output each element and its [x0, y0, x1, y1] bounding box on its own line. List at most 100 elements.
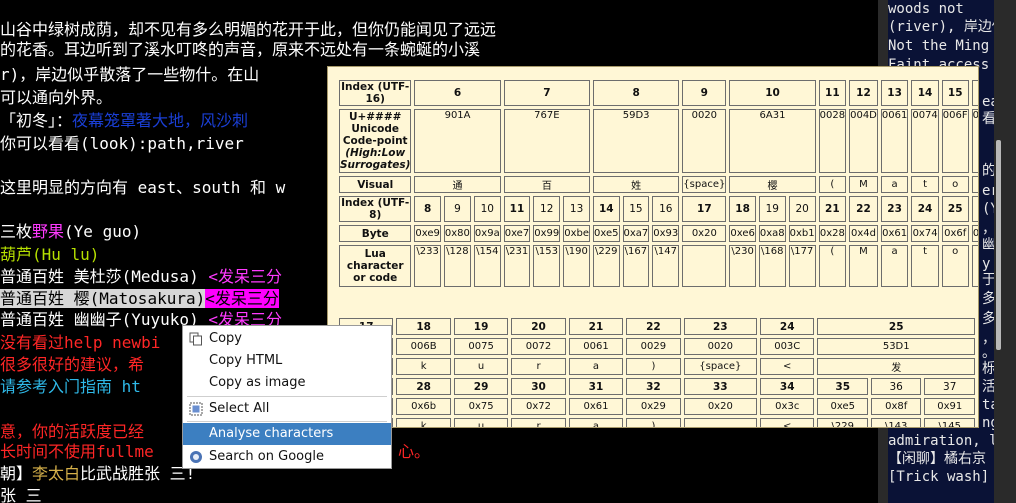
idle-tag: <发呆三分	[208, 267, 282, 286]
index8-cell: 18	[729, 196, 756, 222]
byte-cell: 0xe5	[817, 398, 868, 415]
index8-cell: 37	[924, 378, 975, 395]
byte-cell: 0xa7	[622, 225, 650, 242]
index16-cell: 15	[941, 80, 969, 106]
scrollbar-thumb[interactable]	[996, 140, 1001, 350]
index8-cell: 32	[626, 378, 681, 395]
guide-link-line[interactable]: 请参考入门指南 ht	[0, 377, 141, 397]
lua-cell: s	[971, 245, 978, 287]
index8-cell: 15	[622, 196, 650, 222]
index8-cell: 12	[533, 196, 561, 222]
byte-cell: 0x61	[880, 225, 909, 242]
byte-cell: 0x4d	[849, 225, 878, 242]
index16-cell: 6	[414, 80, 501, 106]
byte-cell: 0x20	[683, 398, 758, 415]
visual-cell: s	[971, 176, 978, 193]
index16-cell: 16	[971, 80, 978, 106]
visual-cell: 百	[503, 176, 590, 193]
battle-result: 比武战胜张 三!	[80, 464, 196, 483]
menu-separator	[187, 421, 387, 422]
index8-cell: 14	[593, 196, 620, 222]
chat-line: 多	[982, 311, 994, 327]
npc-line-medusa: 普通百姓 美杜莎(Medusa) <发呆三分	[0, 267, 282, 287]
lua-cell	[683, 418, 758, 427]
visual-cell: o	[941, 176, 969, 193]
lua-cell: a	[880, 245, 909, 287]
lua-cell: t	[911, 245, 939, 287]
byte-cell: 0x28	[818, 225, 847, 242]
npc-name: 普通百姓 幽幽子(Yuyuko)	[0, 310, 209, 329]
index16-cell: 11	[818, 80, 847, 106]
visual-cell: {space}	[682, 176, 727, 193]
lua-cell: <	[760, 418, 815, 427]
idle-tag: <发呆三分	[205, 289, 279, 308]
terminal-line: 「初冬」：夜幕笼罩著大地，风沙刺	[0, 111, 248, 131]
codepoint-cell: 0072	[511, 338, 566, 355]
menu-item-copy[interactable]: Copy	[183, 328, 391, 350]
chat-line: Not the Ming V	[888, 38, 994, 54]
lua-cell: \153	[533, 245, 561, 287]
lua-cell: \168	[758, 245, 786, 287]
lua-cell: k	[396, 418, 451, 427]
tip-line: 没有看过help newbi	[0, 333, 161, 352]
byte-cell: 0x80	[443, 225, 471, 242]
index16-cell: 13	[880, 80, 909, 106]
chat-line: (river), 岸边似	[888, 19, 994, 35]
character-analysis-popup: Index (UTF-16) 6 7 8 9 10 11 12 13 14 15…	[327, 66, 979, 428]
codepoint-cell: 0028	[818, 109, 847, 173]
item-pinyin: (Ye guo)	[64, 222, 142, 241]
byte-cell: 0xb1	[788, 225, 816, 242]
lua-cell: \230	[729, 245, 756, 287]
visual-cell: {space}	[683, 358, 758, 375]
lua-cell: \145	[924, 418, 975, 427]
visual-cell: u	[453, 358, 509, 375]
byte-cell: 0xbe	[563, 225, 590, 242]
byte-cell: 0x8f	[870, 398, 922, 415]
lua-cell: )	[626, 418, 681, 427]
chat-line: er	[982, 183, 994, 199]
chat-line: 多	[982, 291, 994, 307]
byte-cell: 0x61	[568, 398, 624, 415]
chat-line: ng	[982, 415, 994, 431]
byte-cell: 0xa8	[758, 225, 786, 242]
menu-item-analyse-characters[interactable]: Analyse characters	[183, 423, 391, 445]
byte-cell: 0x9a	[473, 225, 501, 242]
terminal-line: 你可以看看(look):path,river	[0, 134, 244, 153]
index8-cell: 22	[849, 196, 878, 222]
lua-cell: \190	[563, 245, 590, 287]
winner-name: 李太白	[32, 464, 81, 483]
chat-line: (Y	[982, 201, 994, 217]
index8-cell: 31	[568, 378, 624, 395]
lua-cell: \147	[652, 245, 680, 287]
lua-cell: r	[511, 418, 566, 427]
byte-cell: 0xe9	[414, 225, 441, 242]
byte-cell: 0x6b	[396, 398, 451, 415]
menu-item-select-all[interactable]: Select All	[183, 398, 391, 420]
byte-cell: 0x75	[453, 398, 509, 415]
index16-cell: 14	[911, 80, 939, 106]
menu-item-copy-as-image[interactable]: Copy as image	[183, 372, 391, 394]
chat-line: 活	[982, 379, 994, 395]
index8-cell: 33	[683, 378, 758, 395]
visual-cell: a	[880, 176, 909, 193]
visual-cell: r	[511, 358, 566, 375]
copy-icon	[189, 332, 202, 346]
index8-cell: 21	[818, 196, 847, 222]
index8-cell: 29	[453, 378, 509, 395]
lua-cell	[682, 245, 727, 287]
codepoint-cell: 0075	[453, 338, 509, 355]
chat-line: 幽	[982, 237, 994, 253]
context-menu: Copy Copy HTML Copy as image Select All …	[182, 325, 392, 469]
menu-item-search-google[interactable]: Search on Google	[183, 446, 391, 468]
index8-cell: 11	[503, 196, 531, 222]
lua-cell: o	[941, 245, 969, 287]
row-label-index-utf8: Index (UTF-8)	[339, 196, 412, 222]
item-name: 野果	[32, 222, 65, 241]
index8-cell: 28	[396, 378, 451, 395]
byte-cell: 0x29	[626, 398, 681, 415]
index8-cell: 23	[880, 196, 909, 222]
menu-item-copy-html[interactable]: Copy HTML	[183, 350, 391, 372]
index16-cell: 10	[729, 80, 816, 106]
index16-cell: 18	[396, 318, 451, 335]
codepoint-cell: 004D	[849, 109, 878, 173]
